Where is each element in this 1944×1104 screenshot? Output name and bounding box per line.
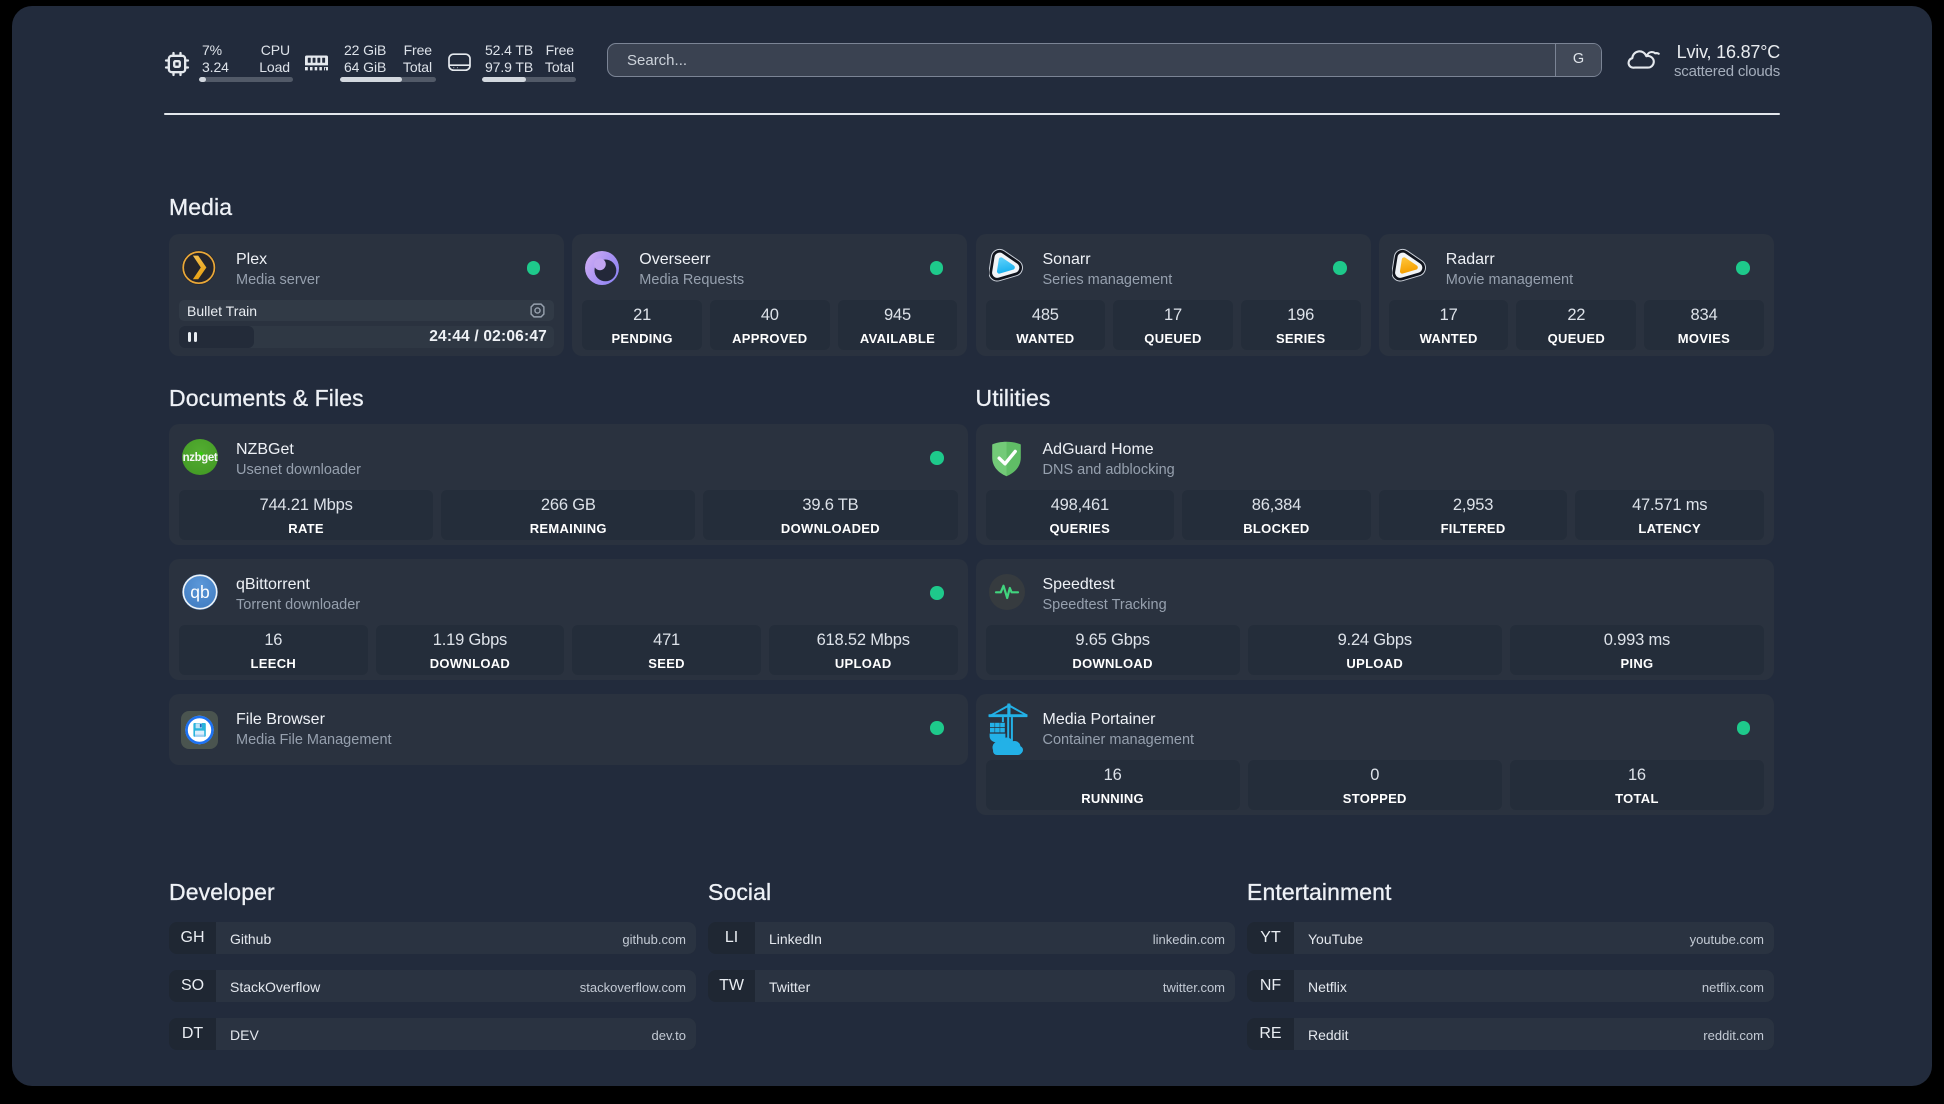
svg-text:nzbget: nzbget — [183, 452, 218, 464]
svg-text:qb: qb — [190, 582, 209, 602]
